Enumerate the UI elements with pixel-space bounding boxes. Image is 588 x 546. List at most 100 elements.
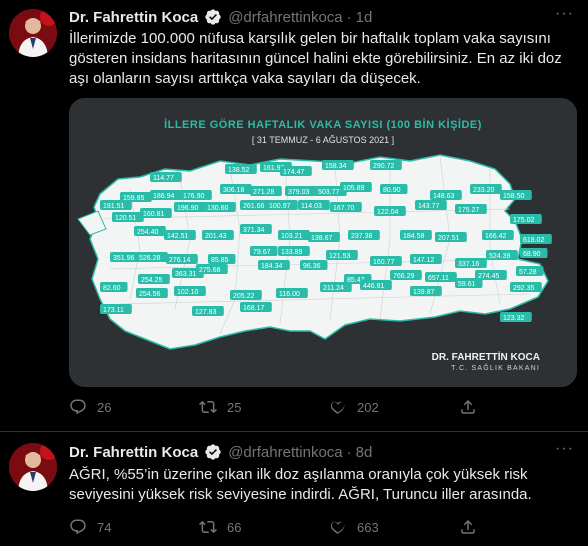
map-province-value: 237.38 [351,233,373,240]
map-province-value: 130.60 [207,205,229,212]
tweet-2[interactable]: Dr. Fahrettin Koca @drfahrettinkoca · 8d… [0,432,588,546]
map-province-value: 133.89 [281,249,303,256]
map-province-value: 191.51 [103,203,125,210]
map-province-value: 68.90 [523,251,541,258]
map-province-value: 618.02 [523,237,545,244]
map-province-value: 503.77 [318,189,340,196]
map-province-value: 446.81 [363,283,385,290]
map-province-value: 96.36 [303,263,321,270]
like-count: 202 [357,399,379,415]
map-province-value: 120.51 [115,215,137,222]
map-province-value: 123.32 [503,315,525,322]
reply-button[interactable]: 74 [69,518,199,536]
timestamp[interactable]: 8d [356,444,373,461]
tweet-actions: 26 25 202 [69,398,489,416]
map-province-value: 139.87 [413,289,435,296]
map-province-value: 175.27 [458,207,480,214]
more-options-icon[interactable]: ··· [555,440,574,458]
map-province-value: 524.39 [489,253,511,260]
map-province-value: 526.28 [139,255,161,262]
heart-icon [330,401,345,415]
map-province-value: 254.40 [137,229,159,236]
more-options-icon[interactable]: ··· [555,5,574,23]
like-count: 663 [357,519,379,535]
map-province-value: 173.11 [103,307,124,314]
tweet-header: Dr. Fahrettin Koca @drfahrettinkoca · 1d [69,8,372,26]
map-province-value: 184.34 [261,263,283,270]
separator-dot: · [346,443,352,461]
map-province-value: 105.89 [343,185,365,192]
map-province-value: 147.12 [413,257,435,264]
retweet-count: 25 [227,399,242,415]
map-province-value: 254.25 [141,277,163,284]
reply-icon [70,519,86,535]
author-handle[interactable]: @drfahrettinkoca [228,444,342,461]
map-province-value: 148.63 [433,193,455,200]
retweet-icon [199,400,217,414]
reply-count: 26 [97,399,112,415]
author-handle[interactable]: @drfahrettinkoca [228,9,342,26]
map-province-value: 102.10 [177,289,199,296]
map-province-value: 114.77 [153,175,174,182]
map-province-value: 116.00 [279,291,300,298]
avatar[interactable] [9,9,57,57]
map-province-value: 657.11 [428,275,449,282]
map-province-value: 142.51 [167,233,189,240]
like-button[interactable]: 663 [329,518,459,536]
retweet-icon [199,520,217,534]
map-province-value: 100.97 [269,203,291,210]
timestamp[interactable]: 1d [356,9,373,26]
reply-icon [70,399,86,415]
map-province-value: 143.77 [418,203,440,210]
map-province-value: 196.90 [177,205,199,212]
map-province-value: 79.67 [253,249,271,256]
map-province-value: 201.43 [205,233,227,240]
map-province-value: 158.50 [503,193,525,200]
author-name[interactable]: Dr. Fahrettin Koca [69,444,198,461]
like-button[interactable]: 202 [329,398,459,416]
map-province-value: 205.22 [233,293,255,300]
share-button[interactable] [459,518,489,536]
map-province-value: 207.51 [438,235,460,242]
map-province-value: 114.03 [301,203,322,210]
share-button[interactable] [459,398,489,416]
map-province-value: 363.31 [175,271,197,278]
map-province-value: 292.35 [513,285,535,292]
avatar[interactable] [9,443,57,491]
map-province-value: 168.17 [243,305,265,312]
reply-count: 74 [97,519,112,535]
map-province-value: 160.77 [373,259,395,266]
map-signature: DR. FAHRETTİN KOCA [431,352,540,363]
map-province-value: 121.53 [329,253,351,260]
map-province-value: 351.96 [113,255,135,262]
map-province-value: 186.94 [153,193,175,200]
author-name[interactable]: Dr. Fahrettin Koca [69,9,198,26]
map-province-value: 80.90 [383,187,401,194]
map-province-value: 57.28 [519,269,537,276]
map-province-value: 175.02 [513,217,535,224]
verified-badge-icon [205,9,221,25]
map-province-value: 337.16 [458,261,480,268]
map-province-value: 127.83 [195,309,217,316]
tweet-text: AĞRI, %55’in üzerine çıkan ilk doz aşıla… [69,466,532,503]
tweet-1[interactable]: Dr. Fahrettin Koca @drfahrettinkoca · 1d… [0,0,588,430]
map-province-value: 254.56 [139,291,161,298]
map-province-value: 211.24 [323,285,344,292]
map-province-value: 261.66 [243,203,265,210]
map-province-value: 275.68 [199,267,221,274]
reply-button[interactable]: 26 [69,398,199,416]
retweet-button[interactable]: 66 [199,518,329,536]
map-province-value: 290.72 [373,163,395,170]
map-province-value: 138.52 [228,167,250,174]
map-province-value: 379.03 [288,189,310,196]
map-province-value: 159.85 [123,195,145,202]
map-province-value: 306.18 [223,187,245,194]
map-province-value: 82.60 [103,285,121,292]
retweet-button[interactable]: 25 [199,398,329,416]
map-province-value: 167.70 [333,205,355,212]
share-icon [461,519,475,534]
attached-image-map[interactable]: İLLERE GÖRE HAFTALIK VAKA SAYISI (100 Bİ… [69,98,577,387]
map-province-value: 766.29 [393,273,415,280]
map-province-value: 160.81 [143,211,165,218]
map-province-value: 184.58 [403,233,425,240]
